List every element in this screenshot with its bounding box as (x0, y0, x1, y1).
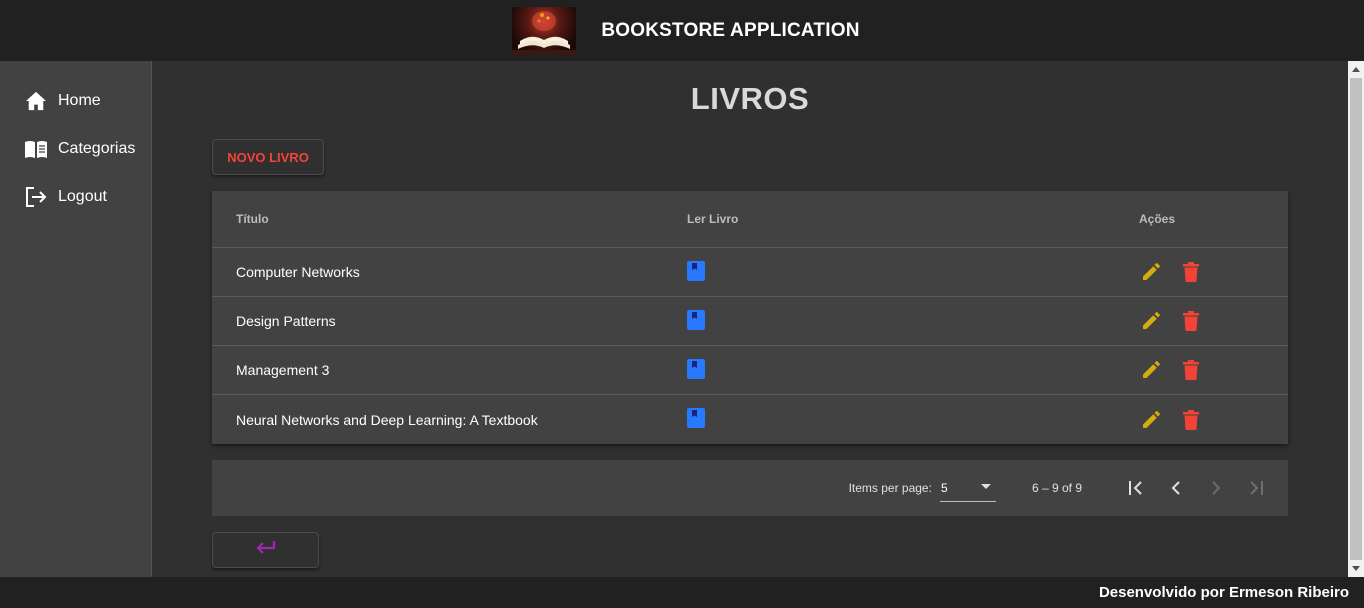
open-book-logo (512, 6, 577, 55)
footer-credit: Desenvolvido por Ermeson Ribeiro (1098, 584, 1349, 601)
book-title: Computer Networks (236, 264, 360, 280)
edit-pencil-icon[interactable] (1139, 309, 1163, 333)
menu-book-icon (24, 137, 48, 161)
main-content: LIVROS NOVO LIVRO Título Ler Livro Ações… (152, 61, 1348, 577)
back-button[interactable] (212, 532, 319, 568)
top-bar: BOOKSTORE APPLICATION (0, 0, 1364, 61)
table-row: Management 3 (212, 346, 1288, 395)
book-title: Neural Networks and Deep Learning: A Tex… (236, 411, 538, 428)
table-header: Título Ler Livro Ações (212, 191, 1288, 248)
footer: Desenvolvido por Ermeson Ribeiro (0, 577, 1364, 608)
book-icon[interactable] (687, 260, 705, 281)
books-table: Título Ler Livro Ações Computer Networks (212, 191, 1288, 444)
table-row: Neural Networks and Deep Learning: A Tex… (212, 395, 1288, 444)
sidebar-item-label: Home (58, 92, 101, 109)
paginator: Items per page: 5 6 – 9 of 9 (212, 460, 1288, 516)
book-title: Design Patterns (236, 313, 336, 329)
vertical-scrollbar[interactable] (1348, 61, 1364, 577)
chevron-right-icon (1212, 481, 1221, 495)
book-icon[interactable] (687, 358, 705, 379)
edit-pencil-icon[interactable] (1139, 358, 1163, 382)
home-icon (24, 89, 48, 113)
items-per-page-select[interactable]: 5 (939, 474, 996, 502)
book-icon[interactable] (687, 408, 705, 428)
items-per-page-value: 5 (940, 480, 948, 495)
column-header-title[interactable]: Título (212, 212, 664, 226)
column-header-read: Ler Livro (687, 212, 739, 226)
delete-trash-icon[interactable] (1179, 260, 1203, 284)
table-row: Computer Networks (212, 248, 1288, 297)
app-title: BOOKSTORE APPLICATION (601, 19, 860, 41)
table-row: Design Patterns (212, 297, 1288, 346)
items-per-page-label: Items per page: (848, 481, 932, 495)
dropdown-arrow-icon (976, 481, 996, 495)
chevron-left-icon (1171, 481, 1180, 495)
scroll-thumb[interactable] (1350, 78, 1362, 560)
return-arrow-icon (255, 540, 277, 561)
scroll-down-icon[interactable] (1348, 561, 1364, 577)
range-label: 6 – 9 of 9 (1031, 481, 1082, 495)
logout-icon (24, 185, 48, 209)
last-page-icon (1250, 481, 1263, 495)
delete-trash-icon[interactable] (1179, 358, 1203, 382)
next-page-button[interactable] (1196, 468, 1236, 508)
edit-pencil-icon[interactable] (1139, 260, 1163, 284)
sidebar-item-home[interactable]: Home (0, 77, 151, 125)
sidebar-item-label: Categorias (58, 140, 136, 157)
sidebar-item-label: Logout (58, 188, 107, 205)
delete-trash-icon[interactable] (1179, 408, 1203, 432)
book-icon[interactable] (687, 309, 705, 330)
scroll-up-icon[interactable] (1348, 61, 1364, 77)
first-page-icon (1129, 481, 1142, 495)
sidebar-item-categorias[interactable]: Categorias (0, 125, 151, 173)
new-book-button[interactable]: NOVO LIVRO (212, 139, 324, 175)
last-page-button[interactable] (1236, 468, 1276, 508)
delete-trash-icon[interactable] (1179, 309, 1203, 333)
sidebar: Home Categorias Logout (0, 61, 152, 577)
page-title: LIVROS (690, 81, 810, 116)
first-page-button[interactable] (1116, 468, 1156, 508)
edit-pencil-icon[interactable] (1139, 408, 1163, 432)
column-header-actions: Ações (1139, 212, 1176, 226)
sidebar-item-logout[interactable]: Logout (0, 173, 151, 221)
book-title: Management 3 (236, 362, 330, 378)
previous-page-button[interactable] (1156, 468, 1196, 508)
